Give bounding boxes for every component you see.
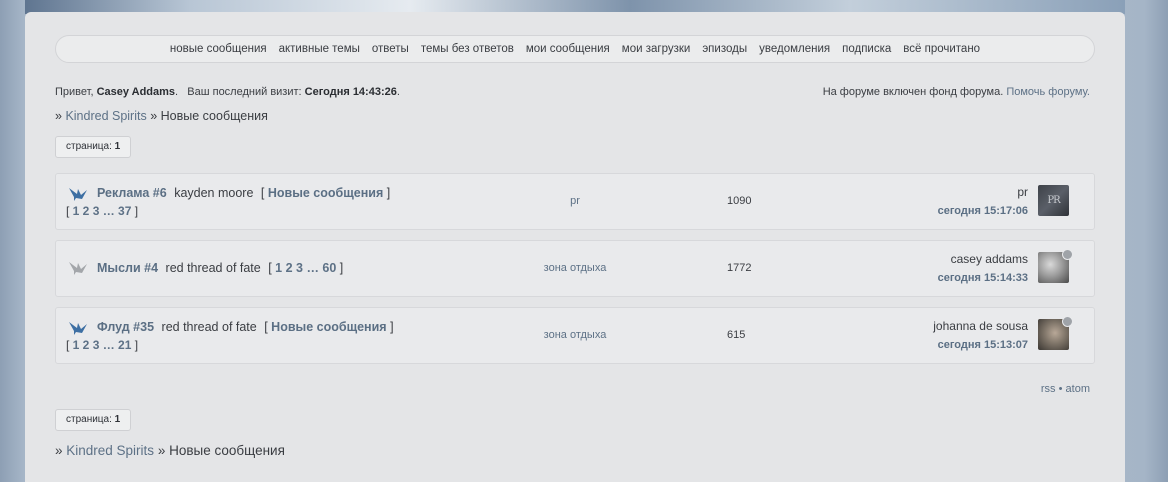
nav-notifications[interactable]: уведомления xyxy=(759,43,830,55)
rss-link[interactable]: rss xyxy=(1041,383,1056,395)
topic-category-link[interactable]: зона отдыха xyxy=(505,241,645,296)
last-visit-time: Сегодня 14:43:26 xyxy=(304,86,397,98)
last-post-date-link[interactable]: сегодня 15:14:33 xyxy=(938,272,1028,284)
topic-row: Флуд #35 red thread of fate [ Новые сооб… xyxy=(55,307,1095,364)
nav-unanswered[interactable]: темы без ответов xyxy=(421,43,514,55)
pager-label: страница: xyxy=(66,414,115,425)
pagination-bottom: страница: 1 xyxy=(55,409,132,431)
topic-page-links[interactable]: 1 2 3 … 21 xyxy=(73,338,132,352)
pagination: страница: 1 xyxy=(55,136,132,158)
main-navigation: новые сообщения активные темы ответы тем… xyxy=(55,35,1095,63)
last-post-author[interactable]: casey addams xyxy=(951,252,1028,266)
new-posts-link[interactable]: Новые сообщения xyxy=(271,320,386,334)
topic-line: Мысли #4 red thread of fate [ 1 2 3 … 60… xyxy=(97,261,344,275)
topic-category-link[interactable]: pr xyxy=(505,174,645,229)
greeting: Привет, Casey Addams. Ваш последний визи… xyxy=(55,86,400,98)
breadcrumb-sep: » xyxy=(55,109,66,123)
breadcrumb-sep: » xyxy=(55,443,67,458)
nav-new-posts[interactable]: новые сообщения xyxy=(170,43,267,55)
breadcrumb: » Kindred Spirits » Новые сообщения xyxy=(55,109,268,123)
last-post-author[interactable]: pr xyxy=(1017,185,1028,199)
topic-title-link[interactable]: Мысли #4 xyxy=(97,261,158,275)
atom-link[interactable]: atom xyxy=(1066,383,1090,395)
status-dot xyxy=(1062,249,1073,260)
topic-author: red thread of fate xyxy=(161,320,257,334)
breadcrumb-forum-link[interactable]: Kindred Spirits xyxy=(65,109,146,123)
topic-pages: [ 1 2 3 … 37 ] xyxy=(66,204,139,218)
topic-category-link[interactable]: зона отдыха xyxy=(505,308,645,363)
feed-links: rss • atom xyxy=(1041,383,1090,395)
fund-text: На форуме включен фонд форума. xyxy=(822,86,1007,98)
breadcrumb-bottom: » Kindred Spirits » Новые сообщения xyxy=(55,443,285,458)
breadcrumb-sep: » xyxy=(154,443,170,458)
nav-mark-all-read[interactable]: всё прочитано xyxy=(903,43,980,55)
nav-episodes[interactable]: эпизоды xyxy=(702,43,747,55)
topic-post-count: 1772 xyxy=(727,262,752,274)
avatar-logo-text: PR xyxy=(1047,195,1060,206)
nav-replies[interactable]: ответы xyxy=(372,43,409,55)
pager-current-page: 1 xyxy=(114,141,121,152)
greeting-middle: . Ваш последний визит: xyxy=(175,86,305,98)
new-posts-link[interactable]: Новые сообщения xyxy=(268,186,383,200)
topic-title-link[interactable]: Флуд #35 xyxy=(97,320,154,334)
forum-fund-notice: На форуме включен фонд форума. Помочь фо… xyxy=(823,86,1090,98)
topic-post-count: 1090 xyxy=(727,195,752,207)
nav-my-posts[interactable]: мои сообщения xyxy=(526,43,610,55)
greeting-prefix: Привет, xyxy=(55,86,97,98)
avatar[interactable]: PR xyxy=(1038,185,1069,216)
topic-line: Реклама #6 kayden moore [ Новые сообщени… xyxy=(97,186,391,200)
bird-icon-new xyxy=(69,188,87,201)
forum-wrapper: новые сообщения активные темы ответы тем… xyxy=(25,12,1125,482)
breadcrumb-forum-link[interactable]: Kindred Spirits xyxy=(66,443,154,458)
nav-subscription[interactable]: подписка xyxy=(842,43,891,55)
last-post-date-link[interactable]: сегодня 15:13:07 xyxy=(938,339,1028,351)
topic-author: kayden moore xyxy=(174,186,254,200)
greeting-suffix: . xyxy=(396,86,400,98)
topic-pages: [ 1 2 3 … 21 ] xyxy=(66,338,139,352)
greeting-username: Casey Addams xyxy=(96,86,176,98)
topic-title-link[interactable]: Реклама #6 xyxy=(97,186,167,200)
status-dot xyxy=(1062,316,1073,327)
pager-current-page: 1 xyxy=(114,414,121,425)
last-post-author[interactable]: johanna de sousa xyxy=(933,319,1028,333)
last-post-date-link[interactable]: сегодня 15:17:06 xyxy=(938,205,1028,217)
topic-page-links[interactable]: 1 2 3 … 37 xyxy=(73,204,132,218)
nav-active-topics[interactable]: активные темы xyxy=(279,43,360,55)
topic-author: red thread of fate xyxy=(165,261,261,275)
bird-icon-read xyxy=(69,262,87,275)
topic-line: Флуд #35 red thread of fate [ Новые сооб… xyxy=(97,320,394,334)
fund-help-link[interactable]: Помочь форуму. xyxy=(1006,86,1090,98)
topic-row: Мысли #4 red thread of fate [ 1 2 3 … 60… xyxy=(55,240,1095,297)
breadcrumb-current: Новые сообщения xyxy=(169,443,285,458)
bird-icon-new xyxy=(69,322,87,335)
topic-row: Реклама #6 kayden moore [ Новые сообщени… xyxy=(55,173,1095,230)
feed-separator: • xyxy=(1055,383,1066,395)
breadcrumb-sep: » xyxy=(146,109,161,123)
pager-label: страница: xyxy=(66,141,115,152)
topic-post-count: 615 xyxy=(727,329,746,341)
breadcrumb-current: Новые сообщения xyxy=(160,109,268,123)
nav-my-uploads[interactable]: мои загрузки xyxy=(622,43,691,55)
topic-page-links[interactable]: 1 2 3 … 60 xyxy=(275,261,336,275)
